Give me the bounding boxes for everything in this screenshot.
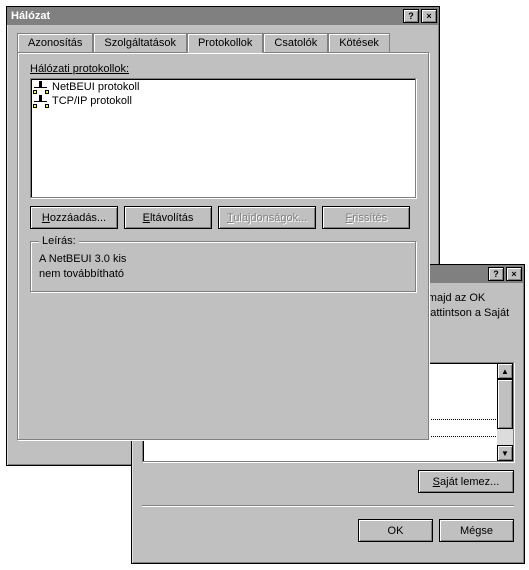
window-titlebar-network[interactable]: Hálózat ? × <box>7 7 439 25</box>
scrollbar[interactable]: ▲ ▼ <box>497 363 513 461</box>
protocol-listbox[interactable]: NetBEUI protokoll TCP/IP protokoll <box>30 78 416 198</box>
window-title-network: Hálózat <box>11 10 401 22</box>
close-button[interactable]: × <box>421 9 437 23</box>
tab-bindings[interactable]: Kötések <box>328 33 390 53</box>
description-text: A NetBEUI 3.0 kisnem továbbítható <box>39 252 407 283</box>
protocol-icon <box>34 95 48 107</box>
scroll-down-button[interactable]: ▼ <box>497 445 513 461</box>
tab-identification[interactable]: Azonosítás <box>17 33 93 53</box>
refresh-button: Frissítés <box>322 206 410 229</box>
close-button[interactable]: × <box>506 267 522 281</box>
scroll-thumb[interactable] <box>497 379 513 429</box>
cancel-button[interactable]: Mégse <box>439 519 514 542</box>
list-item[interactable]: NetBEUI protokoll <box>32 80 414 94</box>
own-disk-button[interactable]: Saját lemez... <box>418 470 514 493</box>
scroll-up-button[interactable]: ▲ <box>497 363 513 379</box>
tab-adapters[interactable]: Csatolók <box>263 33 328 53</box>
list-item-label: NetBEUI protokoll <box>52 81 139 93</box>
properties-button: Tulajdonságok... <box>218 206 316 229</box>
help-button[interactable]: ? <box>403 9 419 23</box>
list-item[interactable]: TCP/IP protokoll <box>32 94 414 108</box>
description-group: Leírás: A NetBEUI 3.0 kisnem továbbíthat… <box>30 241 416 292</box>
description-legend: Leírás: <box>39 235 79 247</box>
tabstrip: Azonosítás Szolgáltatások Protokollok Cs… <box>17 33 429 53</box>
list-item-label: TCP/IP protokoll <box>52 95 132 107</box>
label-network-protocols: Hálózati protokollok: <box>30 63 416 75</box>
ok-button[interactable]: OK <box>358 519 433 542</box>
add-button[interactable]: Hozzáadás... <box>30 206 118 229</box>
help-button[interactable]: ? <box>488 267 504 281</box>
remove-button[interactable]: Eltávolítás <box>124 206 212 229</box>
tab-protocols[interactable]: Protokollok <box>187 33 263 53</box>
tab-services[interactable]: Szolgáltatások <box>93 33 187 53</box>
protocol-icon <box>34 81 48 93</box>
separator <box>142 505 514 507</box>
